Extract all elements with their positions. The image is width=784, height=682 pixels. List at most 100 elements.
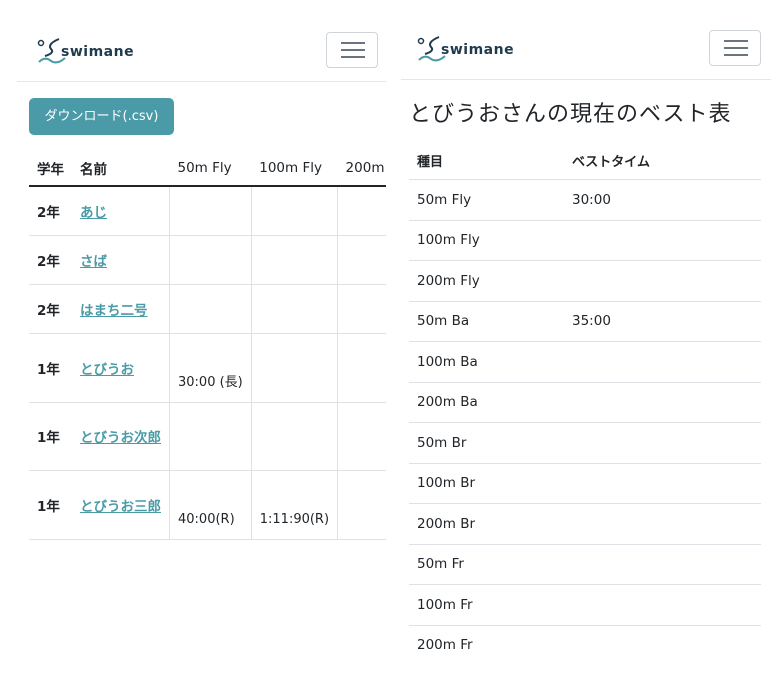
best-time-cell — [564, 625, 761, 663]
table-row: 2年 さば — [29, 235, 386, 285]
table-row: 50m Br — [409, 422, 761, 464]
event-cell: 200m Fly — [409, 260, 564, 302]
grade-cell: 1年 — [29, 333, 72, 403]
column-header-200m: 200m — [337, 151, 386, 187]
time-cell — [169, 186, 252, 236]
time-cell: 40:00(R) — [169, 470, 252, 540]
event-cell: 100m Ba — [409, 341, 564, 383]
grade-cell: 2年 — [29, 235, 72, 285]
column-header-event: 種目 — [409, 141, 564, 180]
best-time-cell: 30:00 — [564, 179, 761, 221]
navbar: swimane — [401, 21, 771, 80]
table-row: 50m Fly 30:00 — [409, 179, 761, 221]
brand-logo[interactable]: swimane — [37, 36, 134, 66]
table-row: 50m Ba 35:00 — [409, 301, 761, 342]
time-cell — [250, 402, 338, 471]
event-cell: 50m Ba — [409, 301, 564, 342]
member-list-screen: swimane ダウンロード(.csv) 学年 名前 50m Fly 100m … — [17, 18, 386, 648]
column-header-grade: 学年 — [29, 151, 72, 187]
best-time-cell — [564, 584, 761, 626]
time-cell — [337, 333, 386, 403]
best-time-cell — [564, 544, 761, 585]
table-row: 200m Br — [409, 503, 761, 545]
table-row: 1年 とびうお次郎 — [29, 402, 386, 471]
table-header-row: 学年 名前 50m Fly 100m Fly 200m — [29, 151, 386, 187]
table-row: 1年 とびうお 30:00 (長) — [29, 333, 386, 403]
page-title: とびうおさんの現在のベスト表 — [409, 102, 732, 127]
best-time-cell — [564, 422, 761, 464]
time-cell — [169, 284, 252, 334]
column-header-best-time: ベストタイム — [564, 141, 761, 180]
brand-name: swimane — [441, 42, 515, 58]
best-time-cell: 35:00 — [564, 301, 761, 342]
table-row: 200m Fly — [409, 260, 761, 302]
time-cell — [250, 333, 338, 403]
event-cell: 50m Br — [409, 422, 564, 464]
best-time-cell — [564, 382, 761, 423]
time-cell: 1:11:90(R) — [250, 470, 338, 540]
hamburger-menu-icon — [341, 49, 365, 51]
brand-logo[interactable]: swimane — [417, 34, 514, 64]
event-cell: 100m Fr — [409, 584, 564, 626]
member-table: 学年 名前 50m Fly 100m Fly 200m 2年 あじ 2年 さば — [29, 151, 386, 540]
hamburger-menu-icon — [724, 40, 748, 42]
time-cell — [250, 235, 338, 285]
best-times-table: 種目 ベストタイム 50m Fly 30:00 100m Fly 200m Fly… — [409, 141, 761, 663]
hamburger-menu-icon — [724, 54, 748, 56]
table-row: 100m Ba — [409, 341, 761, 383]
best-time-cell — [564, 503, 761, 545]
time-cell: 30:00 (長) — [169, 333, 252, 403]
grade-cell: 2年 — [29, 186, 72, 236]
best-time-cell — [564, 341, 761, 383]
column-header-50m-fly: 50m Fly — [169, 151, 252, 187]
time-cell — [169, 402, 252, 471]
best-time-cell — [564, 260, 761, 302]
time-cell — [169, 235, 252, 285]
time-cell — [250, 284, 338, 334]
event-cell: 200m Br — [409, 503, 564, 545]
event-cell: 50m Fr — [409, 544, 564, 585]
time-cell — [337, 470, 386, 540]
download-csv-button[interactable]: ダウンロード(.csv) — [29, 98, 174, 135]
table-row: 50m Fr — [409, 544, 761, 585]
hamburger-menu-icon — [724, 47, 748, 49]
table-row: 2年 はまち二号 — [29, 284, 386, 334]
event-cell: 100m Fly — [409, 220, 564, 261]
time-cell — [337, 402, 386, 471]
grade-cell: 2年 — [29, 284, 72, 334]
table-row: 100m Fr — [409, 584, 761, 626]
best-time-cell — [564, 220, 761, 261]
hamburger-menu-icon — [341, 56, 365, 58]
hamburger-menu-icon — [341, 42, 365, 44]
member-name-link[interactable]: さば — [80, 254, 107, 270]
member-name-link[interactable]: とびうお三郎 — [80, 499, 161, 515]
column-header-100m-fly: 100m Fly — [251, 151, 338, 187]
member-name-link[interactable]: はまち二号 — [80, 303, 148, 319]
time-cell — [337, 186, 386, 236]
best-times-screen: swimane とびうおさんの現在のベスト表 種目 ベストタイム 50m Fly… — [401, 21, 771, 663]
event-cell: 200m Fr — [409, 625, 564, 663]
member-name-link[interactable]: とびうお — [80, 362, 134, 378]
member-name-link[interactable]: あじ — [80, 205, 107, 221]
event-cell: 200m Ba — [409, 382, 564, 423]
menu-toggle-button[interactable] — [709, 30, 761, 66]
column-header-name: 名前 — [72, 151, 170, 187]
best-time-cell — [564, 463, 761, 504]
time-cell — [250, 186, 338, 236]
member-name-link[interactable]: とびうお次郎 — [80, 430, 161, 446]
table-row: 2年 あじ — [29, 186, 386, 236]
event-cell: 50m Fly — [409, 179, 564, 221]
grade-cell: 1年 — [29, 402, 72, 471]
table-row: 200m Ba — [409, 382, 761, 423]
table-row: 200m Fr — [409, 625, 761, 663]
table-row: 100m Fly — [409, 220, 761, 261]
time-cell — [337, 284, 386, 334]
table-header-row: 種目 ベストタイム — [409, 141, 761, 180]
navbar: swimane — [17, 18, 386, 82]
table-row: 100m Br — [409, 463, 761, 504]
brand-name: swimane — [61, 44, 135, 60]
table-row: 1年 とびうお三郎 40:00(R) 1:11:90(R) — [29, 470, 386, 540]
event-cell: 100m Br — [409, 463, 564, 504]
menu-toggle-button[interactable] — [326, 32, 378, 68]
grade-cell: 1年 — [29, 470, 72, 540]
